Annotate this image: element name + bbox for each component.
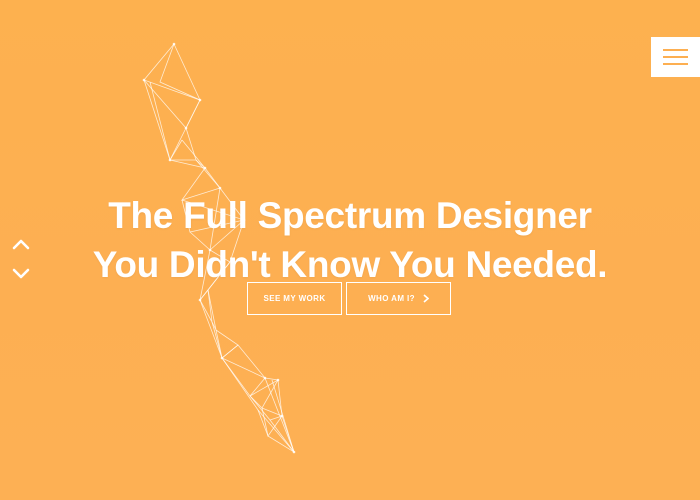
hamburger-icon [663, 49, 688, 51]
who-am-i-button[interactable]: WHO AM I? [346, 282, 451, 315]
see-my-work-label: SEE MY WORK [263, 294, 326, 303]
hero-headline-line-1: The Full Spectrum Designer [108, 194, 592, 236]
hamburger-icon-bar [663, 56, 688, 58]
chevron-down-icon[interactable] [10, 266, 32, 282]
hero-section: The Full Spectrum Designer You Didn't Kn… [0, 0, 700, 500]
menu-button[interactable] [651, 37, 700, 77]
chevron-up-icon[interactable] [10, 236, 32, 252]
hero-headline: The Full Spectrum Designer You Didn't Kn… [0, 191, 700, 289]
section-navigator [10, 236, 32, 286]
chevron-right-icon [423, 283, 430, 313]
hamburger-icon-bar [663, 63, 688, 65]
see-my-work-button[interactable]: SEE MY WORK [247, 282, 342, 315]
who-am-i-label: WHO AM I? [368, 294, 415, 303]
